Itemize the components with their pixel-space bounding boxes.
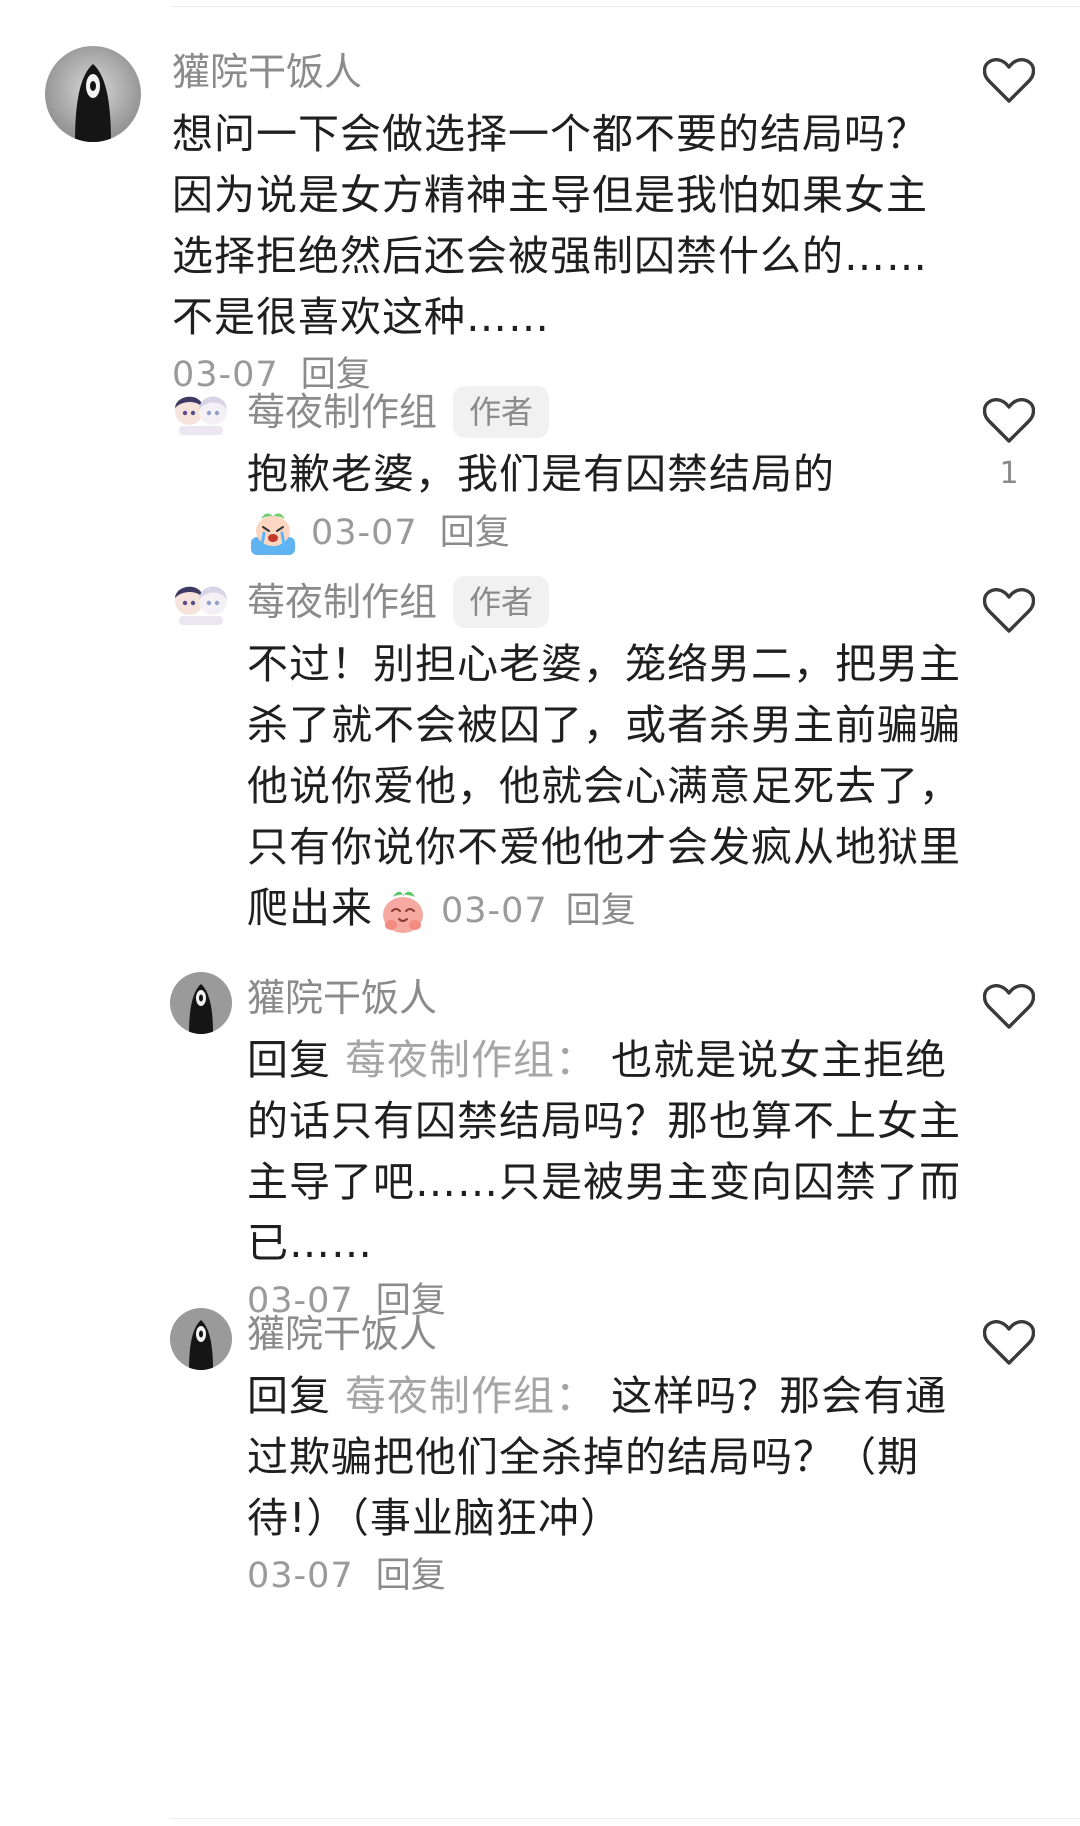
bottom-divider bbox=[170, 1818, 1080, 1819]
comment-date: 03-07 bbox=[311, 513, 418, 553]
comment-meta: 03-07 回复 bbox=[247, 507, 965, 559]
top-divider bbox=[170, 6, 1080, 7]
reply-button[interactable]: 回复 bbox=[376, 1551, 446, 1601]
comment-meta: 03-07 回复 bbox=[441, 891, 636, 931]
author-badge: 作者 bbox=[453, 386, 550, 438]
comment-date: 03-07 bbox=[247, 1556, 354, 1596]
like-button[interactable] bbox=[980, 58, 1038, 104]
comment-body: 莓夜制作组 作者 不过！别担心老婆，笼络男二，把男主杀了就不会被囚了，或者杀男主… bbox=[247, 576, 965, 942]
like-button[interactable] bbox=[980, 588, 1038, 634]
username[interactable]: 獾院干饭人 bbox=[247, 972, 965, 1024]
username-label[interactable]: 獾院干饭人 bbox=[172, 46, 362, 98]
comment-body: 莓夜制作组 作者 抱歉老婆，我们是有囚禁结局的 03-07 回复 bbox=[247, 386, 965, 559]
comment-date: 03-07 bbox=[441, 891, 548, 931]
username[interactable]: 莓夜制作组 作者 bbox=[247, 576, 965, 628]
author-badge: 作者 bbox=[453, 576, 550, 628]
like-button[interactable]: 1 bbox=[980, 398, 1038, 492]
heart-icon bbox=[980, 588, 1038, 634]
reply-target-username[interactable]: 莓夜制作组： bbox=[345, 1036, 597, 1084]
username-label[interactable]: 獾院干饭人 bbox=[247, 1308, 437, 1360]
heart-icon bbox=[980, 58, 1038, 104]
heart-icon bbox=[980, 984, 1038, 1030]
comment-text: 想问一下会做选择一个都不要的结局吗？因为说是女方精神主导但是我怕如果女主选择拒绝… bbox=[172, 110, 928, 341]
username-label[interactable]: 莓夜制作组 bbox=[247, 576, 437, 628]
comment-body: 獾院干饭人 回复 莓夜制作组： 也就是说女主拒绝的话只有囚禁结局吗？那也算不上女… bbox=[247, 972, 965, 1326]
username-label[interactable]: 莓夜制作组 bbox=[247, 386, 437, 438]
avatar[interactable] bbox=[170, 1308, 232, 1370]
comment-text: 不过！别担心老婆，笼络男二，把男主杀了就不会被囚了，或者杀男主前骗骗他说你爱他，… bbox=[247, 634, 965, 942]
username-label[interactable]: 獾院干饭人 bbox=[247, 972, 437, 1024]
heart-icon bbox=[980, 1320, 1038, 1366]
like-button[interactable] bbox=[980, 1320, 1038, 1366]
comment-text: 抱歉老婆，我们是有囚禁结局的 bbox=[247, 450, 835, 498]
comment-text: 回复 莓夜制作组： 这样吗？那会有通过欺骗把他们全杀掉的结局吗？（期待!）（事业… bbox=[247, 1366, 965, 1549]
comment-text: 回复 莓夜制作组： 也就是说女主拒绝的话只有囚禁结局吗？那也算不上女主主导了吧…… bbox=[247, 1030, 965, 1274]
reply-target-username[interactable]: 莓夜制作组： bbox=[345, 1372, 597, 1420]
username[interactable]: 獾院干饭人 bbox=[247, 1308, 965, 1360]
like-count: 1 bbox=[999, 456, 1019, 491]
comment-body: 獾院干饭人 想问一下会做选择一个都不要的结局吗？因为说是女方精神主导但是我怕如果… bbox=[172, 46, 965, 400]
reply-prefix: 回复 bbox=[247, 1036, 331, 1084]
heart-icon bbox=[980, 398, 1038, 444]
avatar[interactable] bbox=[170, 972, 232, 1034]
comment-text-content: 不过！别担心老婆，笼络男二，把男主杀了就不会被囚了，或者杀男主前骗骗他说你爱他，… bbox=[247, 640, 961, 932]
reply-prefix: 回复 bbox=[247, 1372, 331, 1420]
comment-meta: 03-07 回复 bbox=[247, 1551, 965, 1601]
reply-button[interactable]: 回复 bbox=[440, 508, 510, 558]
avatar[interactable] bbox=[170, 576, 232, 638]
username[interactable]: 獾院干饭人 bbox=[172, 46, 965, 98]
crying-face-emoji bbox=[247, 507, 299, 559]
avatar[interactable] bbox=[45, 46, 141, 142]
username[interactable]: 莓夜制作组 作者 bbox=[247, 386, 965, 438]
avatar[interactable] bbox=[170, 386, 232, 448]
comment-body: 獾院干饭人 回复 莓夜制作组： 这样吗？那会有通过欺骗把他们全杀掉的结局吗？（期… bbox=[247, 1308, 965, 1601]
reply-button[interactable]: 回复 bbox=[566, 891, 636, 931]
like-button[interactable] bbox=[980, 984, 1038, 1030]
pleading-face-emoji bbox=[377, 885, 429, 937]
